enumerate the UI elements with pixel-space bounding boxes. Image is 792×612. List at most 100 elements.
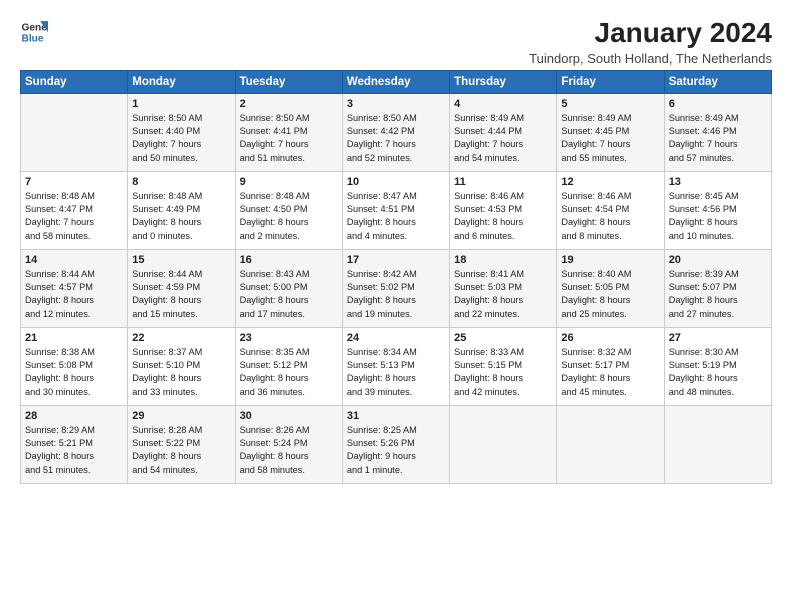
day-info: Sunrise: 8:46 AMSunset: 4:54 PMDaylight:… [561, 190, 659, 243]
col-monday: Monday [128, 70, 235, 93]
day-number: 14 [25, 254, 123, 266]
table-row: 16 Sunrise: 8:43 AMSunset: 5:00 PMDayligh… [235, 249, 342, 327]
day-info: Sunrise: 8:32 AMSunset: 5:17 PMDaylight:… [561, 346, 659, 399]
table-row: 12 Sunrise: 8:46 AMSunset: 4:54 PMDayligh… [557, 171, 664, 249]
table-row: 5 Sunrise: 8:49 AMSunset: 4:45 PMDaylight… [557, 93, 664, 171]
day-info: Sunrise: 8:44 AMSunset: 4:59 PMDaylight:… [132, 268, 230, 321]
table-row: 7Sunrise: 8:48 AMSunset: 4:47 PMDaylight… [21, 171, 128, 249]
day-info: Sunrise: 8:49 AMSunset: 4:46 PMDaylight:… [669, 112, 767, 165]
table-row: 23 Sunrise: 8:35 AMSunset: 5:12 PMDayligh… [235, 327, 342, 405]
table-row [450, 405, 557, 483]
table-row: 28 Sunrise: 8:29 AMSunset: 5:21 PMDayligh… [21, 405, 128, 483]
table-row: 26 Sunrise: 8:32 AMSunset: 5:17 PMDayligh… [557, 327, 664, 405]
table-row [21, 93, 128, 171]
table-row: 11Sunrise: 8:46 AMSunset: 4:53 PMDayligh… [450, 171, 557, 249]
day-info: Sunrise: 8:33 AMSunset: 5:15 PMDaylight:… [454, 346, 552, 399]
table-row: 10 Sunrise: 8:47 AMSunset: 4:51 PMDayligh… [342, 171, 449, 249]
table-row: 15 Sunrise: 8:44 AMSunset: 4:59 PMDayligh… [128, 249, 235, 327]
day-info: Sunrise: 8:25 AMSunset: 5:26 PMDaylight:… [347, 424, 445, 477]
day-info: Sunrise: 8:34 AMSunset: 5:13 PMDaylight:… [347, 346, 445, 399]
col-sunday: Sunday [21, 70, 128, 93]
day-number: 8 [132, 176, 230, 188]
table-row: 20Sunrise: 8:39 AMSunset: 5:07 PMDayligh… [664, 249, 771, 327]
day-number: 12 [561, 176, 659, 188]
col-tuesday: Tuesday [235, 70, 342, 93]
day-number: 6 [669, 98, 767, 110]
table-row [557, 405, 664, 483]
day-number: 1 [132, 98, 230, 110]
calendar-week-row: 21Sunrise: 8:38 AMSunset: 5:08 PMDayligh… [21, 327, 772, 405]
calendar-week-row: 1 Sunrise: 8:50 AMSunset: 4:40 PMDaylight… [21, 93, 772, 171]
header: General Blue January 2024 Tuindorp, Sout… [20, 18, 772, 66]
month-title: January 2024 [529, 18, 772, 49]
table-row: 30Sunrise: 8:26 AMSunset: 5:24 PMDayligh… [235, 405, 342, 483]
day-number: 16 [240, 254, 338, 266]
day-info: Sunrise: 8:50 AMSunset: 4:40 PMDaylight:… [132, 112, 230, 165]
table-row: 8 Sunrise: 8:48 AMSunset: 4:49 PMDaylight… [128, 171, 235, 249]
day-number: 23 [240, 332, 338, 344]
col-wednesday: Wednesday [342, 70, 449, 93]
day-number: 4 [454, 98, 552, 110]
day-number: 3 [347, 98, 445, 110]
day-number: 18 [454, 254, 552, 266]
day-number: 22 [132, 332, 230, 344]
day-info: Sunrise: 8:48 AMSunset: 4:50 PMDaylight:… [240, 190, 338, 243]
table-row: 9 Sunrise: 8:48 AMSunset: 4:50 PMDaylight… [235, 171, 342, 249]
day-info: Sunrise: 8:46 AMSunset: 4:53 PMDaylight:… [454, 190, 552, 243]
day-number: 9 [240, 176, 338, 188]
table-row: 21Sunrise: 8:38 AMSunset: 5:08 PMDayligh… [21, 327, 128, 405]
day-info: Sunrise: 8:29 AMSunset: 5:21 PMDaylight:… [25, 424, 123, 477]
table-row: 2Sunrise: 8:50 AMSunset: 4:41 PMDaylight… [235, 93, 342, 171]
day-info: Sunrise: 8:30 AMSunset: 5:19 PMDaylight:… [669, 346, 767, 399]
days-header-row: Sunday Monday Tuesday Wednesday Thursday… [21, 70, 772, 93]
logo-icon: General Blue [20, 18, 48, 46]
day-number: 5 [561, 98, 659, 110]
day-number: 31 [347, 410, 445, 422]
day-info: Sunrise: 8:50 AMSunset: 4:42 PMDaylight:… [347, 112, 445, 165]
title-block: January 2024 Tuindorp, South Holland, Th… [529, 18, 772, 66]
table-row: 17 Sunrise: 8:42 AMSunset: 5:02 PMDayligh… [342, 249, 449, 327]
day-info: Sunrise: 8:50 AMSunset: 4:41 PMDaylight:… [240, 112, 338, 165]
day-info: Sunrise: 8:47 AMSunset: 4:51 PMDaylight:… [347, 190, 445, 243]
calendar-week-row: 28 Sunrise: 8:29 AMSunset: 5:21 PMDayligh… [21, 405, 772, 483]
col-friday: Friday [557, 70, 664, 93]
col-thursday: Thursday [450, 70, 557, 93]
day-number: 28 [25, 410, 123, 422]
day-info: Sunrise: 8:35 AMSunset: 5:12 PMDaylight:… [240, 346, 338, 399]
day-info: Sunrise: 8:49 AMSunset: 4:45 PMDaylight:… [561, 112, 659, 165]
day-info: Sunrise: 8:40 AMSunset: 5:05 PMDaylight:… [561, 268, 659, 321]
day-number: 15 [132, 254, 230, 266]
table-row: 6 Sunrise: 8:49 AMSunset: 4:46 PMDaylight… [664, 93, 771, 171]
day-info: Sunrise: 8:39 AMSunset: 5:07 PMDaylight:… [669, 268, 767, 321]
table-row: 25 Sunrise: 8:33 AMSunset: 5:15 PMDayligh… [450, 327, 557, 405]
day-info: Sunrise: 8:45 AMSunset: 4:56 PMDaylight:… [669, 190, 767, 243]
day-number: 25 [454, 332, 552, 344]
table-row: 29Sunrise: 8:28 AMSunset: 5:22 PMDayligh… [128, 405, 235, 483]
table-row [664, 405, 771, 483]
table-row: 4Sunrise: 8:49 AMSunset: 4:44 PMDaylight… [450, 93, 557, 171]
calendar-table: Sunday Monday Tuesday Wednesday Thursday… [20, 70, 772, 484]
day-number: 17 [347, 254, 445, 266]
calendar-week-row: 7Sunrise: 8:48 AMSunset: 4:47 PMDaylight… [21, 171, 772, 249]
day-number: 10 [347, 176, 445, 188]
day-number: 26 [561, 332, 659, 344]
table-row: 18 Sunrise: 8:41 AMSunset: 5:03 PMDayligh… [450, 249, 557, 327]
svg-text:Blue: Blue [22, 33, 44, 44]
day-info: Sunrise: 8:44 AMSunset: 4:57 PMDaylight:… [25, 268, 123, 321]
logo: General Blue [20, 18, 48, 46]
location-subtitle: Tuindorp, South Holland, The Netherlands [529, 51, 772, 66]
day-info: Sunrise: 8:41 AMSunset: 5:03 PMDaylight:… [454, 268, 552, 321]
day-number: 27 [669, 332, 767, 344]
day-info: Sunrise: 8:43 AMSunset: 5:00 PMDaylight:… [240, 268, 338, 321]
table-row: 1 Sunrise: 8:50 AMSunset: 4:40 PMDaylight… [128, 93, 235, 171]
table-row: 27 Sunrise: 8:30 AMSunset: 5:19 PMDayligh… [664, 327, 771, 405]
day-number: 13 [669, 176, 767, 188]
table-row: 31 Sunrise: 8:25 AMSunset: 5:26 PMDayligh… [342, 405, 449, 483]
day-info: Sunrise: 8:37 AMSunset: 5:10 PMDaylight:… [132, 346, 230, 399]
day-info: Sunrise: 8:48 AMSunset: 4:49 PMDaylight:… [132, 190, 230, 243]
day-info: Sunrise: 8:38 AMSunset: 5:08 PMDaylight:… [25, 346, 123, 399]
day-info: Sunrise: 8:42 AMSunset: 5:02 PMDaylight:… [347, 268, 445, 321]
day-number: 19 [561, 254, 659, 266]
calendar-page: General Blue January 2024 Tuindorp, Sout… [0, 0, 792, 612]
table-row: 3 Sunrise: 8:50 AMSunset: 4:42 PMDaylight… [342, 93, 449, 171]
